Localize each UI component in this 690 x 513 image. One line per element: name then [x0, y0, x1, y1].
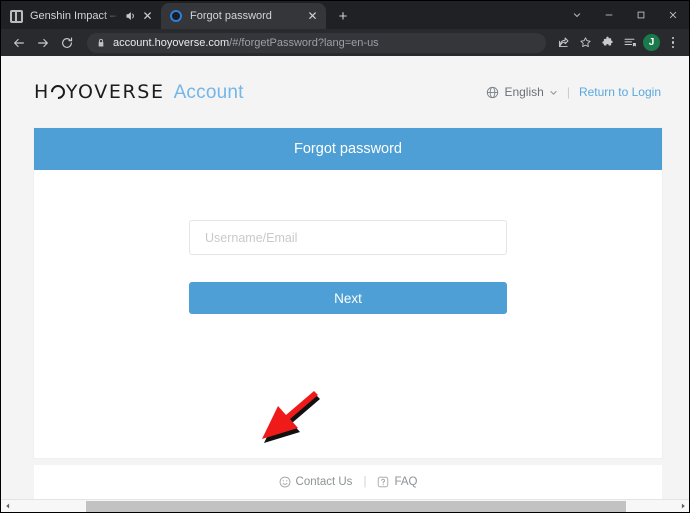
minimize-button[interactable] [593, 1, 625, 29]
tab-forgot-password[interactable]: Forgot password ✕ [161, 3, 326, 29]
page-viewport: H YOVERSE Account English | Return to Lo… [1, 56, 689, 512]
tab-title: Genshin Impact – Step Into a [30, 10, 120, 22]
smiley-icon [279, 476, 291, 488]
faq-link[interactable]: FAQ [377, 476, 417, 488]
logo-o-icon [47, 81, 68, 102]
share-icon[interactable] [552, 32, 574, 54]
browser-window: Genshin Impact – Step Into a ✕ Forgot pa… [0, 0, 690, 513]
lock-icon [95, 37, 106, 48]
hoyoverse-logo[interactable]: H YOVERSE Account [34, 81, 244, 104]
language-label: English [504, 85, 544, 99]
genshin-favicon [9, 9, 23, 23]
back-button[interactable] [7, 31, 31, 55]
card-body: Next [34, 170, 662, 314]
site-header: H YOVERSE Account English | Return to Lo… [1, 56, 689, 128]
next-button[interactable]: Next [189, 282, 507, 314]
faq-label: FAQ [394, 476, 418, 488]
question-mark-icon [377, 476, 389, 488]
product-name: Account [173, 81, 244, 103]
tab-close-icon[interactable]: ✕ [305, 9, 320, 24]
return-to-login-link[interactable]: Return to Login [579, 85, 661, 99]
contact-us-link[interactable]: Contact Us [279, 476, 353, 488]
card-title: Forgot password [34, 128, 662, 170]
username-input[interactable] [203, 229, 493, 246]
footer-separator: | [363, 476, 367, 488]
scroll-right-arrow-icon[interactable] [676, 500, 689, 512]
username-field-wrapper[interactable] [189, 220, 507, 255]
puzzle-icon[interactable] [596, 32, 618, 54]
hoyoverse-favicon [169, 9, 183, 23]
globe-icon [486, 86, 499, 99]
collections-icon[interactable] [618, 32, 640, 54]
forgot-password-card: Forgot password Next [34, 128, 662, 458]
horizontal-scrollbar[interactable] [1, 499, 689, 512]
scrollbar-thumb[interactable] [86, 500, 626, 512]
forward-button[interactable] [31, 31, 55, 55]
avatar[interactable]: J [643, 34, 660, 51]
tab-close-icon[interactable]: ✕ [140, 9, 155, 24]
language-selector[interactable]: English [486, 85, 557, 99]
url-text: account.hoyoverse.com/#/forgetPassword?l… [113, 36, 379, 49]
header-separator: | [566, 85, 570, 99]
brand-wordmark: H YOVERSE [34, 80, 165, 103]
chevron-down-icon [549, 88, 558, 97]
close-button[interactable] [657, 1, 689, 29]
address-bar[interactable]: account.hoyoverse.com/#/forgetPassword?l… [87, 32, 546, 53]
speaker-icon[interactable] [123, 9, 137, 23]
new-tab-button[interactable]: + [330, 3, 356, 29]
site-footer: Contact Us | FAQ [34, 465, 662, 499]
window-controls [561, 1, 689, 29]
browser-toolbar: account.hoyoverse.com/#/forgetPassword?l… [1, 29, 689, 56]
reload-button[interactable] [55, 31, 79, 55]
header-actions: English | Return to Login [486, 85, 661, 99]
contact-us-label: Contact Us [295, 476, 353, 488]
scrollbar-track[interactable] [14, 500, 676, 513]
tab-strip: Genshin Impact – Step Into a ✕ Forgot pa… [1, 1, 689, 29]
maximize-button[interactable] [625, 1, 657, 29]
three-dot-menu-icon[interactable] [663, 32, 683, 54]
tab-title: Forgot password [190, 10, 272, 22]
tab-search-chevron-icon[interactable] [561, 1, 593, 29]
web-page: H YOVERSE Account English | Return to Lo… [1, 56, 689, 499]
scroll-left-arrow-icon[interactable] [1, 500, 14, 512]
star-icon[interactable] [574, 32, 596, 54]
tab-genshin-impact[interactable]: Genshin Impact – Step Into a ✕ [1, 3, 161, 29]
